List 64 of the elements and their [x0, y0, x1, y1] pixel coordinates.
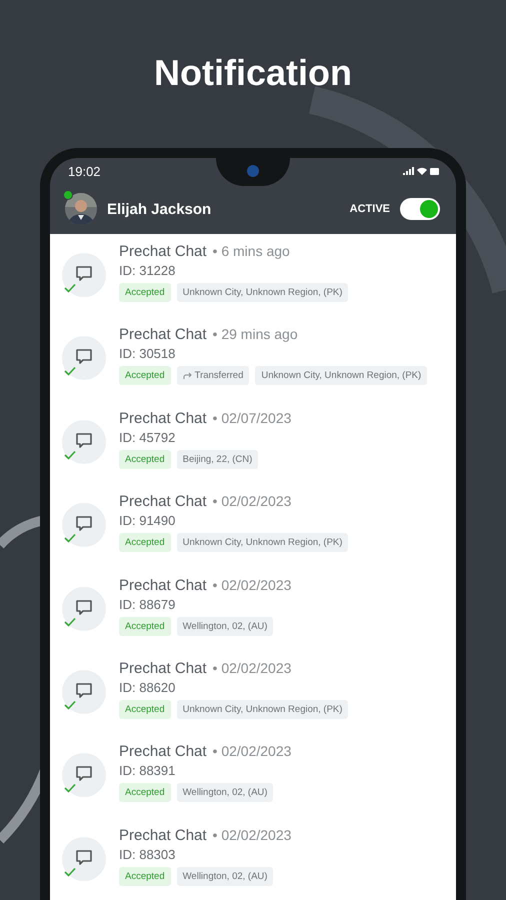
location-tag: Unknown City, Unknown Region, (PK)	[176, 700, 348, 719]
icon-background	[62, 253, 106, 297]
forward-arrow-icon	[182, 372, 192, 380]
notification-title: Prechat Chat	[119, 243, 207, 260]
icon-background	[62, 420, 106, 464]
notification-title: Prechat Chat	[119, 826, 207, 844]
status-tag: Accepted	[119, 616, 171, 636]
icon-background	[62, 336, 106, 380]
notification-id: ID: 30518	[119, 346, 176, 364]
location-tag: Beijing, 22, (CN)	[176, 450, 258, 469]
notification-id: ID: 45792	[119, 430, 176, 447]
page-title: Notification	[154, 52, 352, 94]
toggle-label: ACTIVE	[350, 203, 390, 215]
location-tag: Unknown City, Unknown Region, (PK)	[176, 283, 348, 302]
notification-title: Prechat Chat	[119, 493, 207, 510]
location-tag: Wellington, 02, (AU)	[176, 783, 274, 802]
notification-id: ID: 91490	[119, 513, 176, 530]
notification-title: Prechat Chat	[119, 576, 207, 594]
notification-time: • 02/02/2023	[212, 576, 292, 593]
icon-background	[62, 753, 106, 798]
chat-icon	[75, 765, 93, 784]
chat-icon	[75, 348, 93, 366]
chat-icon	[75, 515, 93, 534]
location-tag: Wellington, 02, (AU)	[176, 616, 274, 636]
chat-icon	[75, 598, 93, 617]
chat-icon	[75, 432, 93, 450]
notification-time: • 02/02/2023	[212, 493, 292, 510]
icon-background	[62, 503, 106, 548]
notification-time: • 6 mins ago	[212, 243, 290, 259]
location-tag: Wellington, 02, (AU)	[176, 866, 274, 886]
notification-time: • 29 mins ago	[212, 326, 298, 342]
tag-text: Transferred	[194, 370, 244, 382]
notification-time: • 02/07/2023	[212, 410, 292, 426]
chat-icon	[75, 682, 93, 700]
notification-id: ID: 31228	[119, 263, 176, 280]
notification-title: Prechat Chat	[119, 660, 207, 677]
notification-id: ID: 88679	[119, 596, 176, 614]
notification-id: ID: 88620	[119, 680, 176, 697]
status-tag: Accepted	[119, 450, 171, 469]
icon-background	[62, 836, 106, 881]
notification-time: • 02/02/2023	[212, 660, 292, 676]
status-tag: Accepted	[119, 366, 171, 386]
notification-title: Prechat Chat	[119, 410, 207, 427]
notification-title: Prechat Chat	[119, 743, 207, 760]
status-tag: Accepted	[119, 533, 171, 552]
notification-title: Prechat Chat	[119, 326, 207, 344]
active-toggle[interactable]	[400, 198, 440, 220]
notification-time: • 02/02/2023	[212, 743, 292, 760]
notification-time: • 02/02/2023	[212, 826, 292, 843]
status-time: 19:02	[68, 164, 101, 178]
status-tag: Accepted	[119, 700, 171, 719]
icon-background	[62, 670, 106, 714]
location-tag: Unknown City, Unknown Region, (PK)	[255, 366, 428, 386]
status-tag: Accepted	[119, 283, 171, 302]
status-tag: Accepted	[119, 866, 171, 886]
location-tag: Unknown City, Unknown Region, (PK)	[176, 533, 348, 552]
user-name: Elijah Jackson	[107, 200, 212, 218]
chat-icon	[75, 265, 93, 283]
chat-icon	[75, 848, 93, 867]
notification-id: ID: 88303	[119, 846, 176, 864]
icon-background	[62, 586, 106, 631]
notification-id: ID: 88391	[119, 763, 176, 780]
status-icons	[402, 166, 440, 176]
status-tag: Accepted	[119, 783, 171, 802]
